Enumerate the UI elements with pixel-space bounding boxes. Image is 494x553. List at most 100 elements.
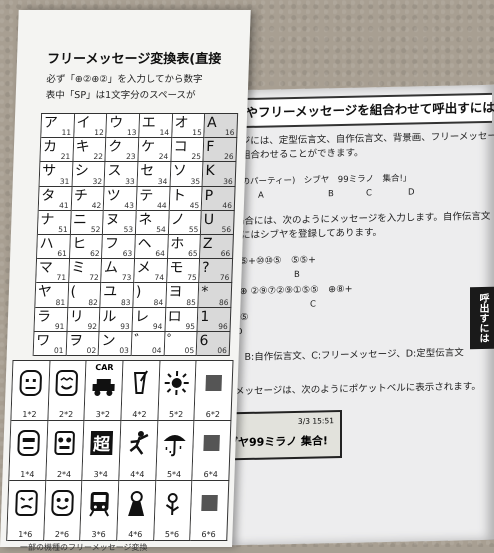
kana-code: 66: [220, 249, 231, 259]
kana-char: テ: [138, 187, 154, 204]
kana-code: 95: [185, 321, 196, 331]
kana-cell: ヒ 62: [69, 235, 104, 260]
kana-cell: ル 93: [99, 307, 134, 332]
kana-char: ル: [102, 308, 117, 325]
kana-code: 76: [219, 273, 230, 283]
kana-code: 03: [119, 346, 130, 355]
kana-cell: P 46: [202, 186, 236, 211]
kana-char: ヤ: [37, 284, 53, 301]
kana-cell: ゜ 05: [164, 331, 198, 356]
kana-char: *: [200, 284, 209, 301]
icon-code-label: 3*6: [91, 530, 106, 539]
icon-code-label: 5*6: [164, 530, 180, 539]
kana-cell: U 56: [201, 210, 235, 235]
kana-code: 84: [153, 297, 164, 307]
kana-code: 02: [86, 346, 97, 355]
kana-code: 16: [224, 128, 235, 138]
kana-cell: レ 94: [132, 307, 167, 332]
kana-code: 06: [217, 346, 228, 355]
kana-code: 45: [189, 200, 200, 210]
right-intro-1: セージには、定型伝言文、自作伝言文、背景画、フリーメッセージ: [222, 130, 494, 148]
kana-cell: サ 31: [39, 162, 74, 187]
kana-cell: ヘ 64: [135, 235, 169, 260]
kana-cell: ン 03: [98, 331, 133, 356]
kana-char: ): [135, 284, 142, 301]
kana-cell: A 16: [204, 114, 239, 139]
example-letter-c: C: [366, 188, 372, 199]
kana-cell: ウ 13: [106, 114, 141, 139]
kana-char: サ: [41, 163, 57, 180]
kana-cell: ゛ 04: [131, 331, 166, 356]
kana-cell: ヨ 85: [166, 283, 200, 308]
kana-code: 64: [155, 249, 166, 259]
kana-cell: ネ 54: [135, 210, 170, 235]
kana-cell: マ 71: [36, 259, 70, 284]
example-letter-d: D: [408, 187, 415, 198]
kana-code: 93: [120, 321, 130, 331]
kana-char: モ: [169, 260, 184, 277]
icon-code-label: 6*4: [203, 470, 218, 479]
icon-code-label: 4*4: [130, 470, 145, 479]
kana-code: 53: [123, 225, 134, 234]
kana-code: 91: [54, 321, 65, 331]
icon-code-label: 1*2: [22, 410, 37, 419]
kana-char: ヲ: [68, 332, 84, 349]
kana-char: リ: [69, 308, 84, 325]
kana-code: 32: [92, 176, 103, 186]
kana-cell: ソ 35: [170, 162, 204, 187]
icon-cell: 4*2: [121, 361, 161, 421]
kana-code: 74: [154, 273, 165, 283]
icon-conversion-table: 1*2 2*2 CAR 3*2 4*2 5*2 6*2 1*4 2*4 超 3*4 4*4 5*4 6*4…: [6, 360, 234, 541]
kana-char: ホ: [169, 236, 185, 252]
kana-code: 25: [191, 152, 202, 162]
kana-char: ス: [107, 163, 122, 180]
kana-code: 14: [159, 128, 170, 138]
kana-code: 12: [94, 128, 104, 138]
kana-cell: K 36: [202, 162, 237, 187]
kana-char: ト: [171, 187, 187, 204]
icon-cell: 6*4: [192, 421, 232, 481]
kana-char: ワ: [35, 332, 51, 349]
icon-cell: 超 3*4: [82, 421, 122, 481]
kana-conversion-table: ア 11 イ 12 ウ 13 エ 14 オ 15 A 16 カ 21 キ 22 ク 23 ケ 24 コ 25 F 26 サ 31 シ…: [32, 113, 239, 356]
kana-cell: ホ 65: [167, 235, 202, 260]
kana-cell: ク 23: [105, 138, 140, 163]
kana-char: ヨ: [168, 284, 183, 301]
kana-code: 44: [156, 200, 167, 210]
icon-cell: 1*2: [11, 361, 51, 421]
kana-char: メ: [136, 260, 152, 277]
kana-code: 22: [93, 152, 104, 162]
kana-char: ツ: [106, 187, 121, 204]
kana-cell: ヌ 53: [103, 210, 137, 235]
kana-char: タ: [40, 187, 56, 204]
kana-cell: オ 15: [171, 114, 206, 139]
icon-cell: 4*4: [119, 421, 159, 481]
icon-code-label: 6*6: [201, 530, 216, 539]
icon-code-label: 4*6: [128, 530, 143, 539]
kana-char: ナ: [40, 211, 55, 228]
kana-code: 35: [190, 176, 201, 186]
kana-cell: ケ 24: [138, 138, 172, 163]
icon-code-label: 2*4: [56, 470, 72, 479]
kana-code: 04: [151, 346, 162, 355]
kana-cell: ミ 72: [68, 259, 103, 284]
input-label-c: C: [310, 299, 316, 310]
kana-cell: ユ 83: [100, 283, 135, 308]
kana-cell: チ 42: [71, 186, 105, 211]
kana-code: 82: [88, 297, 99, 307]
kana-code: 75: [187, 273, 197, 283]
result-text: このメッセージは、次のようにポケットベルに表示されます。: [216, 381, 481, 398]
kana-cell: ス 33: [104, 162, 139, 187]
kana-char: ユ: [102, 284, 118, 301]
kana-char: ウ: [108, 115, 124, 131]
icon-code-label: 1*4: [20, 470, 35, 479]
example-letter-a: A: [258, 190, 264, 201]
kana-code: 73: [121, 273, 132, 283]
icon-cell: 3*6: [80, 481, 120, 541]
kana-code: 43: [124, 200, 135, 210]
kana-cell: フ 63: [102, 235, 136, 260]
kana-cell: キ 22: [73, 138, 107, 163]
icon-code-label: 3*2: [95, 410, 111, 419]
kana-char: レ: [134, 308, 150, 325]
kana-char: オ: [174, 115, 189, 131]
